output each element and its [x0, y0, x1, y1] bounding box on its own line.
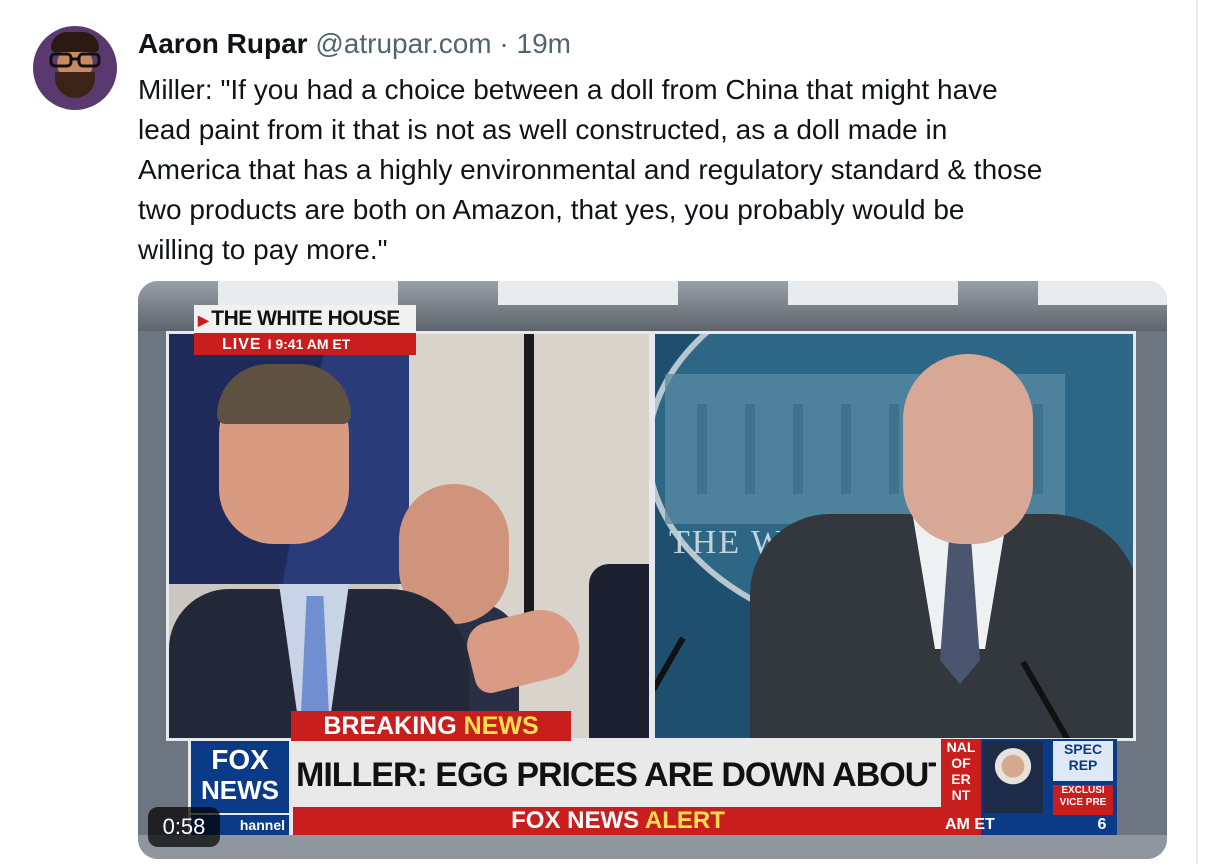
promo-time: AM ET: [945, 816, 995, 833]
play-arrow-icon: ▶: [198, 312, 209, 328]
tweet-text: Miller: "If you had a choice between a d…: [138, 74, 1043, 265]
location-tag: ▶ THE WHITE HOUSE: [194, 305, 416, 333]
video-right-pane: THE WHIT W: [655, 334, 1133, 738]
video-duration-badge: 0:58: [148, 807, 220, 847]
breaking-suffix: NEWS: [463, 712, 539, 740]
alert-prefix: FOX NEWS: [511, 807, 645, 834]
live-time: I 9:41 AM ET: [267, 336, 351, 352]
location-label: THE WHITE HOUSE: [211, 307, 400, 330]
separator-dot: ·: [499, 28, 509, 59]
video-bottom-strip: [138, 835, 1167, 859]
live-tag: LIVE I 9:41 AM ET: [194, 333, 416, 355]
logo-line2: NEWS: [201, 775, 279, 805]
promo-number: 6: [1097, 816, 1107, 833]
promo-box: NAL OF ER NT SPEC REP EXCLUSI VICE PRE A…: [941, 739, 1117, 835]
breaking-prefix: BREAKING: [323, 712, 464, 740]
live-label: LIVE: [222, 336, 262, 353]
timeline-border: [1196, 0, 1198, 864]
chyron-headline: MILLER: EGG PRICES ARE DOWN ABOUT 80%: [296, 756, 936, 794]
video-left-pane: [169, 334, 649, 738]
alert-word: ALERT: [644, 807, 725, 834]
promo-special: SPEC REP: [1053, 741, 1113, 781]
promo-portrait: [983, 741, 1043, 813]
tweet-header: Aaron Rupar @atrupar.com · 19m: [138, 27, 571, 61]
fox-news-alert: FOX NEWS ALERT: [293, 807, 943, 835]
avatar-glasses: [49, 52, 101, 68]
timestamp[interactable]: 19m: [517, 28, 571, 59]
avatar-beard: [55, 72, 95, 98]
breaking-news-banner: BREAKING NEWS: [291, 711, 571, 741]
fox-news-logo: FOX NEWS: [191, 741, 289, 813]
promo-exclusive: EXCLUSI VICE PRE: [1053, 785, 1113, 815]
user-handle[interactable]: @atrupar.com: [315, 28, 491, 59]
video-player[interactable]: THE WHIT W ▶THE WHITE HOUSE LIVE I 9:41 A…: [138, 281, 1167, 859]
avatar-hair: [51, 32, 99, 52]
display-name[interactable]: Aaron Rupar: [138, 28, 308, 59]
logo-line1: FOX: [211, 744, 269, 775]
avatar[interactable]: [33, 26, 117, 110]
